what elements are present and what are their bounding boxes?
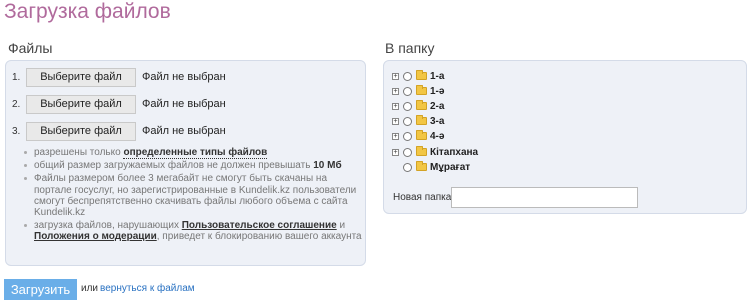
folder-radio[interactable]	[403, 86, 412, 96]
file-row: 2. Выберите файл Файл не выбран	[12, 94, 226, 114]
file-row-number: 3.	[12, 125, 21, 137]
rule-text: и	[336, 220, 346, 232]
files-section-title: Файлы	[8, 40, 53, 56]
folder-tree-item[interactable]: + 4-ә	[392, 129, 444, 143]
folder-label[interactable]: 3-а	[430, 116, 444, 127]
page-title: Загрузка файлов	[4, 0, 171, 23]
new-folder-label: Новая папка	[393, 192, 452, 203]
rule-text: загрузка файлов, нарушающих	[34, 220, 182, 232]
folder-label[interactable]: Кітапхана	[430, 147, 478, 158]
rule-text: , приведет к блокированию вашего аккаунт…	[156, 231, 362, 243]
rule-item: загрузка файлов, нарушающих Пользователь…	[22, 220, 362, 242]
file-row-number: 1.	[12, 71, 21, 83]
choose-file-button[interactable]: Выберите файл	[26, 121, 136, 141]
rule-item: разрешены только определенные типы файло…	[22, 147, 362, 159]
expand-icon[interactable]: +	[392, 132, 399, 140]
folder-icon	[416, 115, 427, 125]
file-status: Файл не выбран	[142, 98, 226, 110]
allowed-file-types-link[interactable]: определенные типы файлов	[123, 147, 268, 159]
file-status: Файл не выбран	[142, 71, 226, 83]
folder-tree-item[interactable]: + 2-а	[392, 99, 444, 113]
upload-rules-list: разрешены только определенные типы файло…	[22, 147, 362, 245]
folder-icon	[416, 161, 427, 171]
folder-icon	[416, 100, 427, 110]
files-panel: 1. Выберите файл Файл не выбран 2. Выбер…	[5, 60, 366, 266]
folder-icon	[416, 85, 427, 95]
upload-button[interactable]: Загрузить	[4, 279, 77, 300]
expand-icon[interactable]: +	[392, 72, 399, 80]
moderation-rules-link[interactable]: Положения о модерации	[34, 231, 157, 242]
expand-icon[interactable]: +	[392, 102, 399, 110]
rule-item: Файлы размером более 3 мегабайт не смогу…	[22, 173, 362, 218]
expand-icon[interactable]: +	[392, 148, 399, 156]
folder-tree-item[interactable]: + 1-а	[392, 69, 444, 83]
folder-radio[interactable]	[403, 162, 412, 172]
folder-label[interactable]: 4-ә	[430, 131, 444, 142]
folder-label[interactable]: 1-ә	[430, 86, 444, 97]
folder-label[interactable]: Мұрағат	[430, 162, 470, 173]
file-row: 3. Выберите файл Файл не выбран	[12, 121, 226, 141]
folder-icon	[416, 70, 427, 80]
choose-file-button[interactable]: Выберите файл	[26, 94, 136, 114]
folder-tree-item[interactable]: Мұрағат	[392, 160, 470, 174]
rule-text: Файлы размером более 3 мегабайт не смогу…	[34, 173, 357, 219]
choose-file-button[interactable]: Выберите файл	[26, 67, 136, 87]
folder-icon	[416, 146, 427, 156]
expand-icon[interactable]: +	[392, 87, 399, 95]
folder-label[interactable]: 2-а	[430, 101, 444, 112]
file-status: Файл не выбран	[142, 125, 226, 137]
folder-radio[interactable]	[403, 116, 412, 126]
back-to-files-link[interactable]: вернуться к файлам	[100, 283, 195, 294]
folder-tree-item[interactable]: + 3-а	[392, 114, 444, 128]
file-row: 1. Выберите файл Файл не выбран	[12, 67, 226, 87]
folder-section-title: В папку	[385, 40, 435, 56]
rule-text: общий размер загружаемых файлов не долже…	[34, 160, 314, 172]
new-folder-input[interactable]	[451, 187, 638, 208]
folder-radio[interactable]	[403, 101, 412, 111]
folder-tree-item[interactable]: + Кітапхана	[392, 145, 478, 159]
folder-radio[interactable]	[403, 131, 412, 141]
or-text: или	[81, 283, 99, 294]
user-agreement-link[interactable]: Пользовательское соглашение	[182, 220, 337, 231]
folder-label[interactable]: 1-а	[430, 71, 444, 82]
expand-icon[interactable]: +	[392, 117, 399, 125]
folder-radio[interactable]	[403, 147, 412, 157]
folder-radio[interactable]	[403, 71, 412, 81]
file-row-number: 2.	[12, 98, 21, 110]
rule-item: общий размер загружаемых файлов не долже…	[22, 160, 362, 171]
rule-text: разрешены только	[34, 147, 124, 158]
size-limit: 10 Мб	[313, 160, 342, 172]
folder-icon	[416, 130, 427, 140]
folder-tree-item[interactable]: + 1-ә	[392, 84, 444, 98]
